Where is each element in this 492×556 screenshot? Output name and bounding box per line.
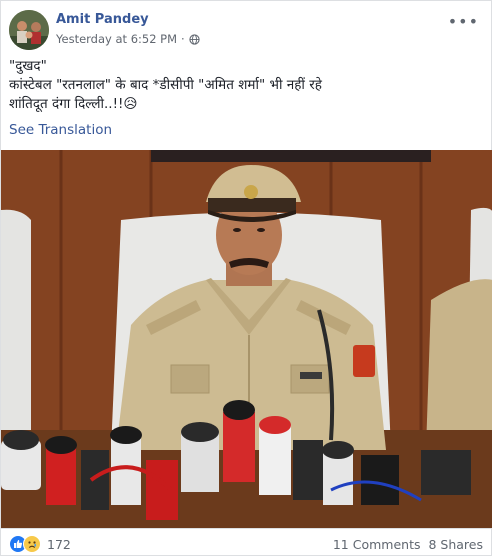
- more-options-icon[interactable]: •••: [448, 12, 479, 31]
- see-translation-link[interactable]: See Translation: [9, 122, 112, 138]
- post-text: "दुखद" कांस्टेबल "रतनलाल" के बाद *डीसीपी…: [9, 57, 479, 114]
- author-avatar[interactable]: [9, 10, 49, 50]
- reaction-count: 172: [47, 536, 71, 552]
- post-timestamp[interactable]: Yesterday at 6:52 PM: [56, 32, 177, 46]
- post-footer: 172 11 Comments 8 Shares: [1, 528, 492, 556]
- post-text-line: शांतिदूत दंगा दिल्ली..!!😥: [9, 96, 138, 112]
- post-card: Amit Pandey Yesterday at 6:52 PM · ••• "…: [0, 0, 492, 556]
- reactions-summary[interactable]: 172: [9, 535, 71, 553]
- author-name[interactable]: Amit Pandey: [56, 12, 149, 27]
- post-text-line: "दुखद": [9, 58, 47, 74]
- avatar-image: [9, 10, 49, 50]
- shares-count-link[interactable]: 8 Shares: [428, 537, 483, 552]
- meta-separator: ·: [181, 32, 185, 46]
- comments-count-link[interactable]: 11 Comments: [333, 537, 421, 552]
- globe-icon[interactable]: [189, 33, 200, 45]
- post-meta: Yesterday at 6:52 PM ·: [56, 32, 200, 46]
- police-press-conference-photo: [1, 150, 492, 528]
- sad-icon: [23, 535, 41, 553]
- post-text-line: कांस्टेबल "रतनलाल" के बाद *डीसीपी "अमित …: [9, 77, 322, 93]
- engagement-stats: 11 Comments 8 Shares: [333, 537, 483, 552]
- post-photo[interactable]: [1, 150, 492, 528]
